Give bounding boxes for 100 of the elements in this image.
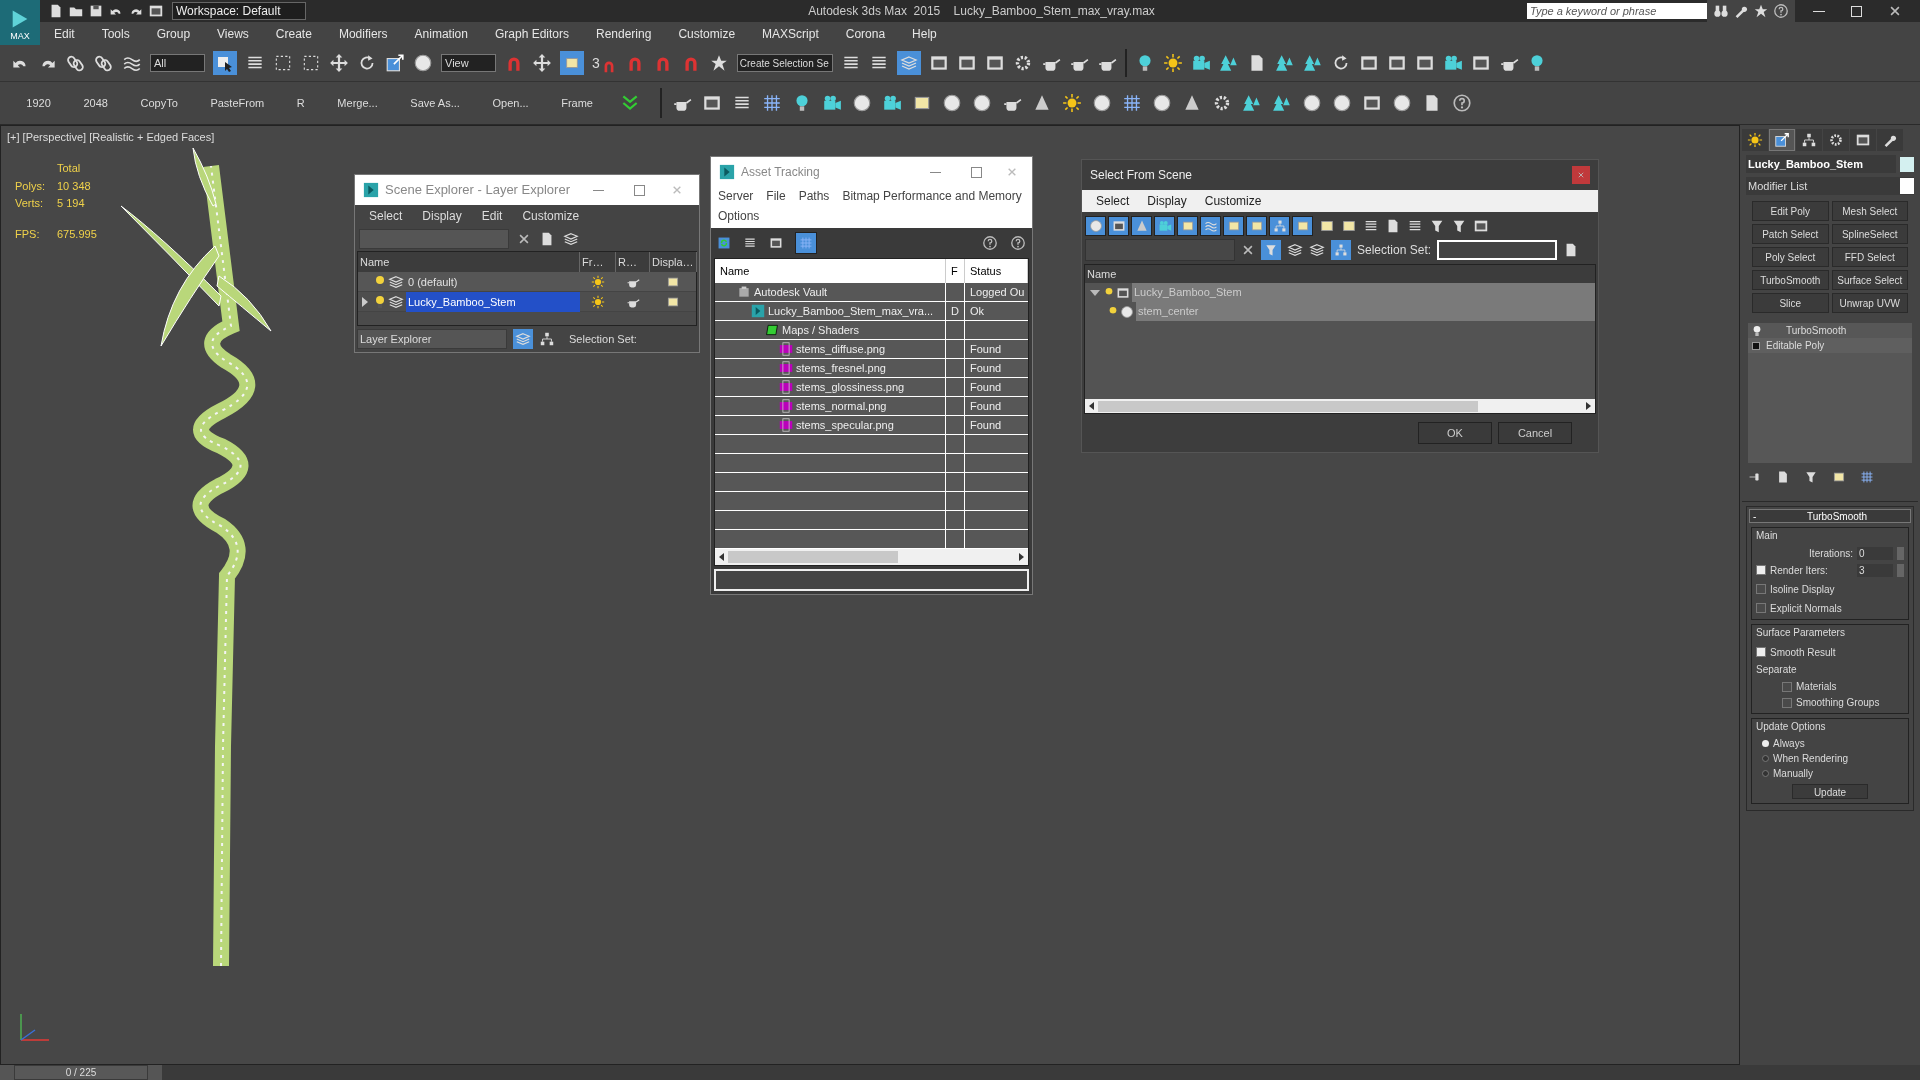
sphere-icon[interactable]: [852, 93, 872, 113]
toolbar-button[interactable]: R: [290, 91, 311, 115]
toolbar-button[interactable]: 1920: [20, 91, 57, 115]
filter-toggle-button[interactable]: [1154, 216, 1175, 236]
bamboo-drawing[interactable]: [120, 147, 272, 967]
menu-item[interactable]: Edit: [481, 207, 503, 225]
modifier-button[interactable]: Unwrap UVW: [1831, 293, 1908, 313]
checkbox[interactable]: [1756, 647, 1766, 657]
close-icon[interactable]: [517, 232, 531, 246]
modifier-stack-item[interactable]: TurboSmooth: [1786, 323, 1847, 338]
menu-item[interactable]: Rendering: [596, 24, 652, 43]
sun-icon[interactable]: [1162, 53, 1183, 73]
window-icon[interactable]: [984, 53, 1005, 73]
sun-icon[interactable]: [591, 295, 605, 309]
filter-toggle-button[interactable]: [1269, 216, 1290, 236]
menu-item[interactable]: Options: [718, 207, 760, 225]
help-icon[interactable]: [1010, 235, 1026, 251]
camera-icon[interactable]: [882, 93, 902, 113]
toolbar-button[interactable]: CopyTo: [134, 91, 184, 115]
checkbox-label[interactable]: Smooth Result: [1770, 644, 1836, 660]
camera-icon[interactable]: [822, 93, 842, 113]
radio-button[interactable]: [1762, 769, 1769, 777]
command-panel-tab[interactable]: [1850, 129, 1876, 151]
close-icon[interactable]: [1241, 243, 1255, 257]
time-slider-right-button[interactable]: [148, 1065, 162, 1080]
radio-label[interactable]: Manually: [1773, 765, 1814, 781]
tree-icon[interactable]: [1274, 53, 1295, 73]
filter-toggle-button[interactable]: [1246, 216, 1267, 236]
filter-toggle-button[interactable]: [1177, 216, 1198, 236]
layer-name[interactable]: Lucky_Bamboo_Stem: [406, 292, 580, 312]
named-selection-dropdown[interactable]: Create Selection Se: [736, 54, 833, 72]
asset-name[interactable]: stems_diffuse.png: [796, 340, 886, 358]
box-icon[interactable]: [666, 295, 680, 309]
scene-explorer-button[interactable]: [896, 51, 921, 75]
radio-button[interactable]: [1762, 754, 1769, 762]
window-icon[interactable]: [956, 53, 977, 73]
command-panel-tab[interactable]: [1769, 129, 1795, 151]
filter-toggle-button[interactable]: [1223, 216, 1244, 236]
asset-name[interactable]: Autodesk Vault: [754, 283, 828, 301]
sphere-icon[interactable]: [942, 93, 962, 113]
box-icon[interactable]: [1341, 218, 1357, 234]
toolbar-button[interactable]: Open...: [486, 91, 535, 115]
sphere-icon[interactable]: [1392, 93, 1412, 113]
search-field[interactable]: [359, 229, 509, 249]
window-icon[interactable]: [1358, 53, 1379, 73]
dialog-button[interactable]: Cancel: [1498, 422, 1572, 444]
box-icon[interactable]: [1832, 470, 1846, 484]
modifier-button[interactable]: Patch Select: [1752, 224, 1829, 244]
dialog-button[interactable]: OK: [1418, 422, 1492, 444]
move-icon[interactable]: [532, 53, 552, 73]
layers-toggle-button[interactable]: [513, 329, 533, 349]
chain-link-icon[interactable]: [66, 53, 86, 73]
checkbox[interactable]: [1782, 681, 1792, 692]
filter-toggle-button[interactable]: [1085, 216, 1106, 236]
window-icon[interactable]: [1470, 53, 1491, 73]
expand-arrow-icon[interactable]: [362, 297, 368, 307]
dashed-rectangle-icon[interactable]: [273, 53, 293, 73]
expand-plus-icon[interactable]: [1752, 341, 1760, 350]
viewport-label[interactable]: [+] [Perspective] [Realistic + Edged Faces]: [7, 129, 215, 146]
select-object-button[interactable]: [213, 51, 237, 75]
checkbox-label[interactable]: Isoline Display: [1770, 581, 1835, 597]
table-view-button[interactable]: [795, 232, 817, 254]
help-icon[interactable]: [1452, 93, 1472, 113]
workspace-dropdown[interactable]: Workspace: Default: [172, 2, 306, 20]
minimize-icon[interactable]: [1813, 10, 1825, 12]
camera-icon[interactable]: [1190, 53, 1211, 73]
menu-item[interactable]: Customize: [678, 24, 736, 43]
tree-icon[interactable]: [1272, 93, 1292, 113]
star-icon[interactable]: [1753, 3, 1769, 19]
menu-item[interactable]: Graph Editors: [494, 24, 569, 43]
funnel-icon[interactable]: [1429, 218, 1445, 234]
menu-item[interactable]: Create: [275, 24, 312, 43]
sphere-icon[interactable]: [972, 93, 992, 113]
radio-label[interactable]: When Rendering: [1773, 750, 1849, 766]
binoculars-icon[interactable]: [1713, 3, 1729, 19]
window-icon[interactable]: [1386, 53, 1407, 73]
checkbox[interactable]: [1782, 697, 1792, 708]
box-icon[interactable]: [1319, 218, 1335, 234]
modifier-button[interactable]: FFD Select: [1831, 247, 1908, 267]
window-icon[interactable]: [1362, 93, 1382, 113]
cone-icon[interactable]: [1182, 93, 1202, 113]
layers-icon[interactable]: [563, 231, 579, 247]
selection-set-dropdown[interactable]: [1437, 240, 1558, 260]
close-button[interactable]: [1572, 166, 1590, 184]
pivot-button[interactable]: [560, 51, 584, 75]
help-icon[interactable]: [1773, 3, 1789, 19]
scrollbar-thumb[interactable]: [1098, 400, 1478, 412]
filter-toggle-button[interactable]: [1131, 216, 1152, 236]
menu-item[interactable]: Paths: [798, 187, 830, 205]
menu-item[interactable]: Corona: [845, 24, 886, 43]
column-header[interactable]: Name: [1085, 265, 1595, 283]
tree-icon[interactable]: [1242, 93, 1262, 113]
selection-filter-dropdown[interactable]: All: [150, 54, 205, 72]
search-field[interactable]: Type a keyword or phrase: [1527, 3, 1707, 19]
menu-item[interactable]: Modifiers: [338, 24, 388, 43]
toolbar-button[interactable]: Merge...: [331, 91, 384, 115]
menu-item[interactable]: MAXScript: [762, 24, 819, 43]
close-icon[interactable]: [1888, 4, 1902, 18]
menu-item[interactable]: Tools: [101, 24, 130, 43]
menu-item[interactable]: Customize: [1204, 192, 1262, 210]
